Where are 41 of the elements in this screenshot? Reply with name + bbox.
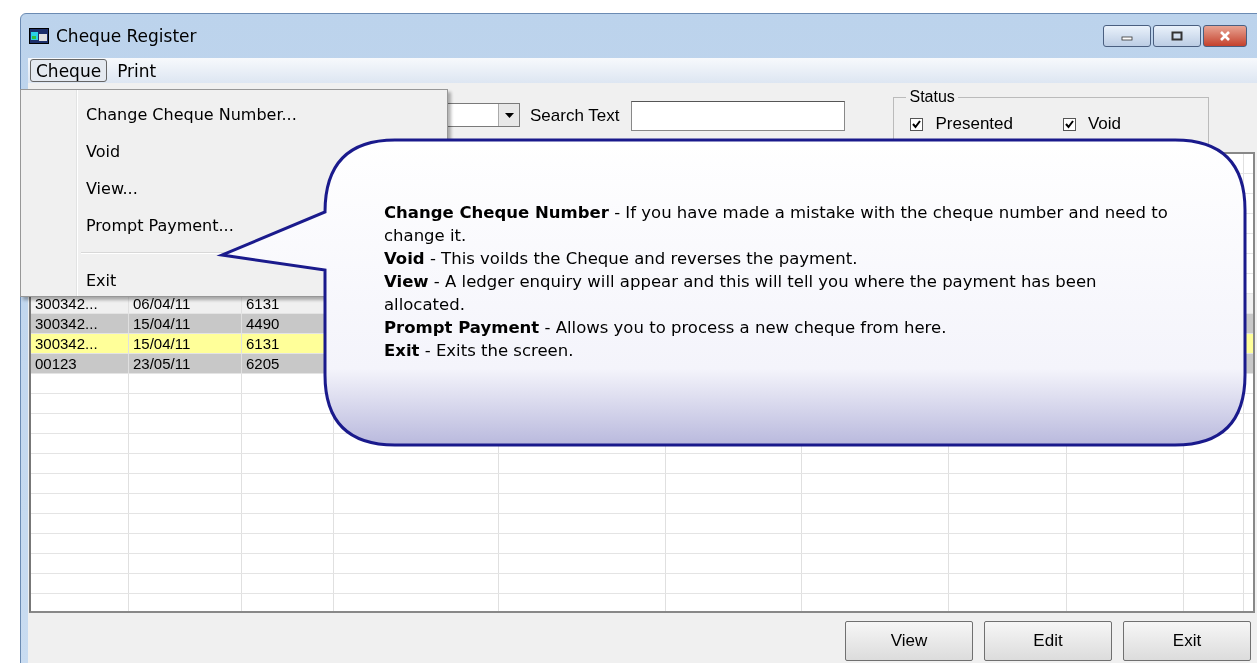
table-cell: 00123 <box>35 355 77 372</box>
menu-bar-item[interactable]: Cheque <box>30 59 108 82</box>
menu-item[interactable]: View... <box>86 178 138 200</box>
checkbox[interactable] <box>1062 117 1076 131</box>
table-cell: 6205 <box>246 355 280 372</box>
callout-text: View - A ledger enquiry will appear and this will tell you where the payment has been allocated. <box>384 271 1098 316</box>
checkbox-label: Presented <box>935 114 1013 134</box>
table-cell: 23/05/11 <box>133 355 191 372</box>
dropdown-arrow-icon <box>504 112 514 118</box>
callout-text: Change Cheque Number - If you have made a mistake with the cheque number and need to change it. <box>384 202 1169 247</box>
table-cell: 15/04/11 <box>133 335 191 352</box>
action-button[interactable]: Edit <box>984 621 1112 661</box>
maximize-icon <box>1170 31 1184 41</box>
search-field[interactable] <box>631 101 846 131</box>
close-icon <box>1218 31 1232 41</box>
close-button[interactable] <box>1203 25 1247 47</box>
table-cell: 300342... <box>35 295 98 312</box>
table-cell: 6131 <box>246 335 280 352</box>
action-button[interactable]: Exit <box>1123 621 1251 661</box>
table-cell: 6131 <box>246 295 280 312</box>
callout-text: Void - This voilds the Cheque and reverses the payment. <box>384 248 859 270</box>
maximize-button[interactable] <box>1153 25 1201 47</box>
checkbox[interactable] <box>910 117 924 131</box>
table-cell: 15/04/11 <box>133 315 191 332</box>
table-cell: 06/04/11 <box>133 295 191 312</box>
app-icon <box>29 28 49 44</box>
menu-item[interactable]: Prompt Payment... <box>86 215 234 237</box>
table-cell: 300342... <box>35 335 98 352</box>
minimize-button[interactable] <box>1103 25 1151 47</box>
callout-text: Prompt Payment - Allows you to process a new cheque from here. <box>384 317 948 339</box>
table-cell: 300342... <box>35 315 98 332</box>
menu-bar-item[interactable]: Print <box>111 59 163 82</box>
menu-item[interactable]: Exit <box>86 270 117 292</box>
menu-item[interactable]: Void <box>86 141 121 163</box>
callout-text: Exit - Exits the screen. <box>384 340 575 362</box>
menu-item[interactable]: Change Cheque Number... <box>86 104 297 126</box>
window-title: Cheque Register <box>56 26 197 46</box>
search-label: Search Text <box>530 106 620 126</box>
action-button[interactable]: View <box>845 621 973 661</box>
checkbox-label: Void <box>1087 114 1122 134</box>
table-cell: 4490 <box>246 315 280 332</box>
